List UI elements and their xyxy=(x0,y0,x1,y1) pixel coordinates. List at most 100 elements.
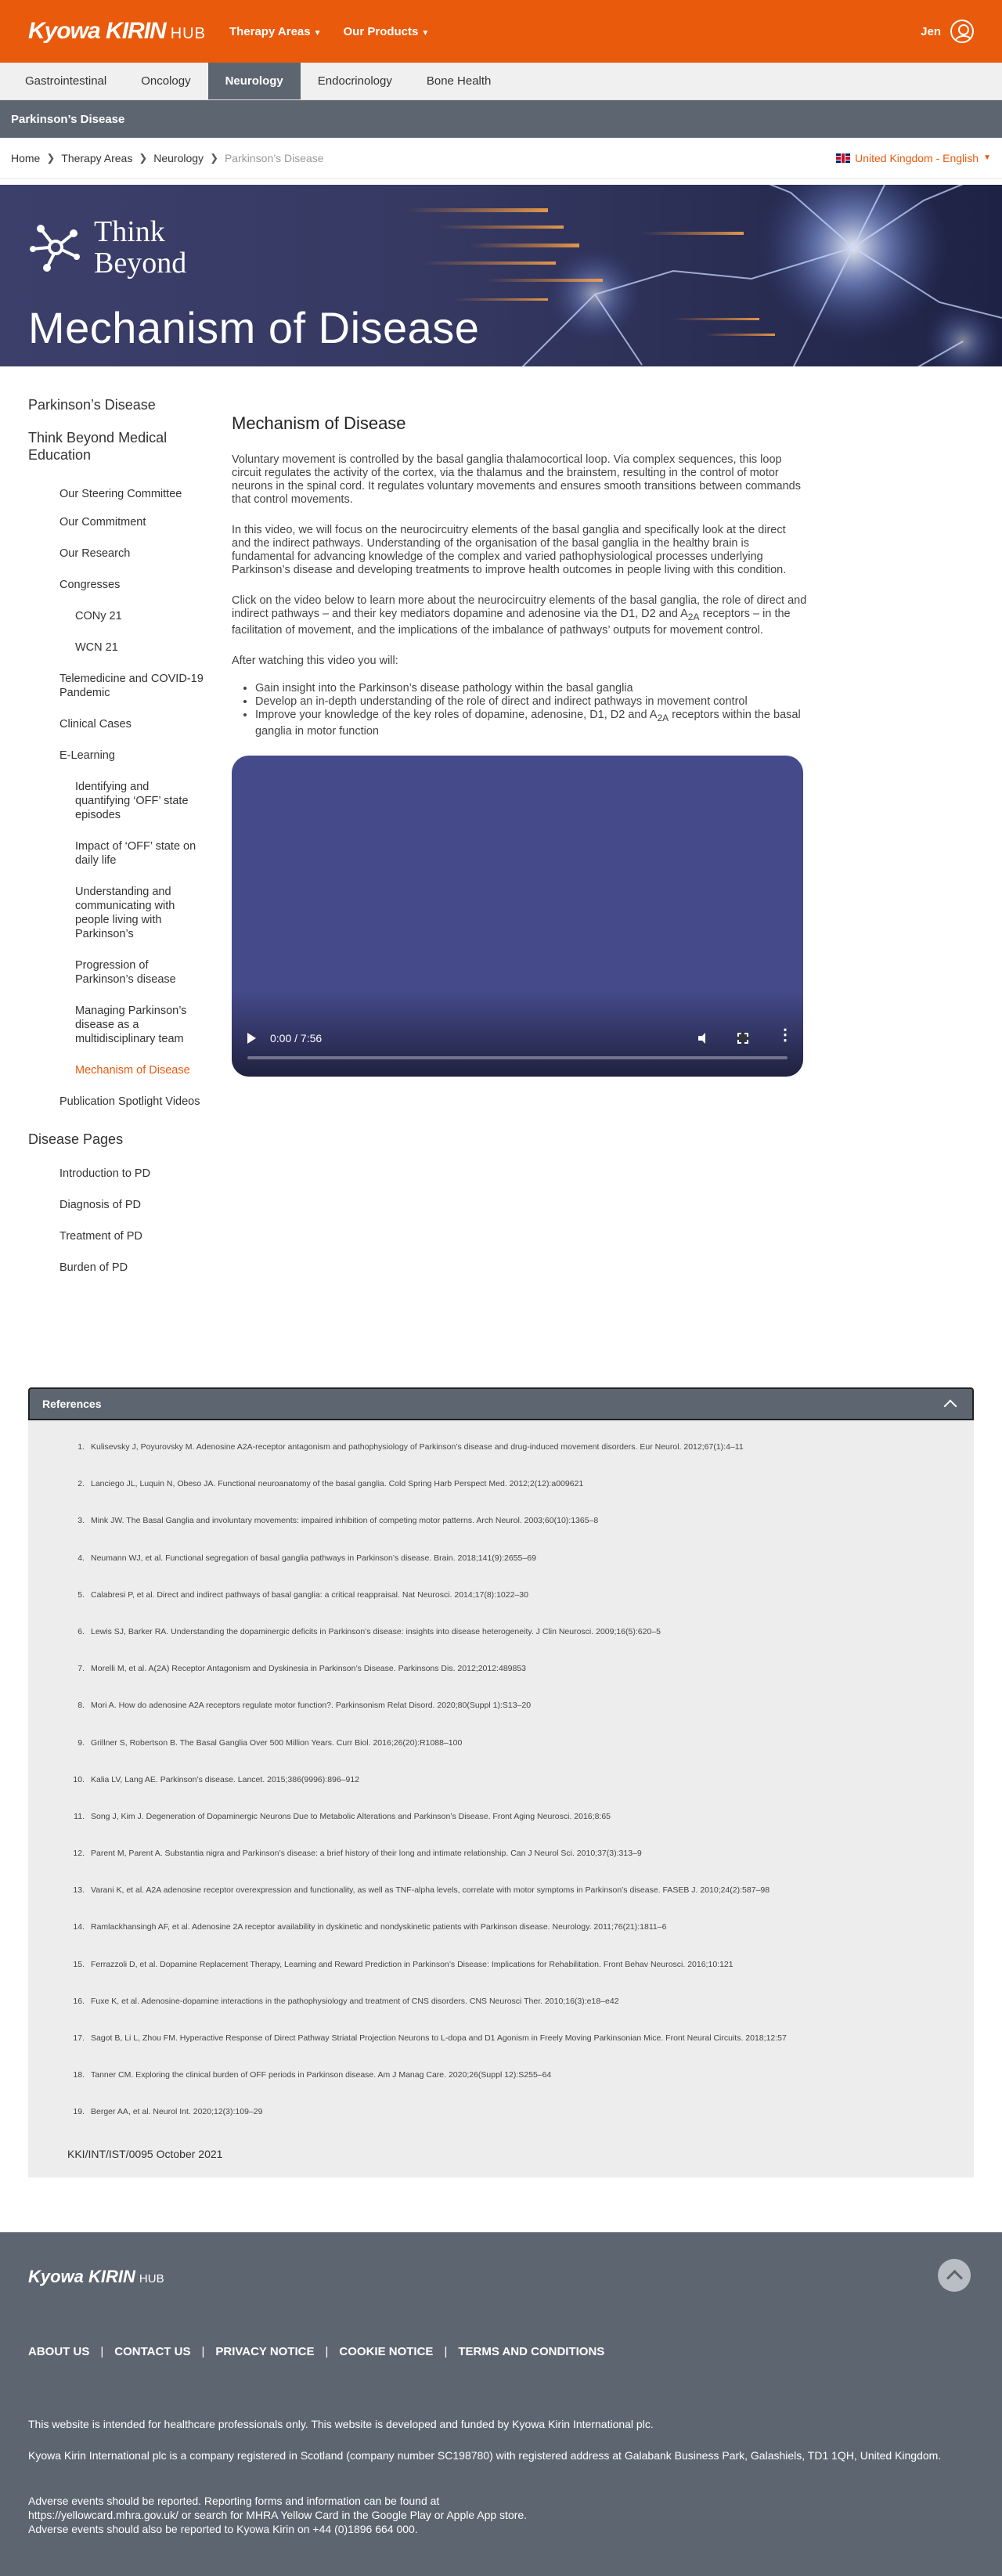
reference-number: 18. xyxy=(73,2070,85,2080)
back-to-top-button[interactable] xyxy=(938,2259,971,2292)
user-name: Jen xyxy=(921,24,941,38)
tab-gastrointestinal[interactable]: Gastrointestinal xyxy=(8,63,124,99)
references-toggle[interactable]: References xyxy=(28,1387,974,1420)
sidebar-think-beyond[interactable]: Think Beyond Medical Education xyxy=(28,429,204,464)
references-body: 1. Kulisevsky J, Poyurovsky M. Adenosine … xyxy=(28,1420,974,2177)
top-bar: Kyowa KIRIN HUB Therapy Areas ▼ Our Produ… xyxy=(0,0,1002,63)
tab-endocrinology[interactable]: Endocrinology xyxy=(301,63,409,99)
sidebar-item-managing[interactable]: Managing Parkinson’s disease as a multid… xyxy=(28,1004,204,1046)
video-progress-bar[interactable] xyxy=(247,1055,788,1059)
chevron-right-icon: ❯ xyxy=(210,151,218,164)
breadcrumb-neurology[interactable]: Neurology xyxy=(153,152,204,164)
sidebar-item-publication-spotlight[interactable]: Publication Spotlight Videos xyxy=(28,1095,204,1109)
reference-item: 8. Mori A. How do adenosine A2A receptors… xyxy=(59,1701,974,1737)
think-beyond-logo: Think Beyond xyxy=(28,216,186,279)
reference-text: Ramlackhansingh AF, et al. Adenosine 2A … xyxy=(91,1922,667,1932)
section-title-link[interactable]: Parkinson’s Disease xyxy=(11,113,124,126)
sidebar-item-cony-21[interactable]: CONy 21 xyxy=(28,609,204,623)
breadcrumb-therapy-areas[interactable]: Therapy Areas xyxy=(61,152,132,164)
chevron-up-icon[interactable] xyxy=(943,1399,957,1413)
more-options-icon[interactable] xyxy=(775,1029,793,1044)
footer-brand-name: Kyowa KIRIN xyxy=(28,2267,135,2286)
breadcrumb: Home ❯ Therapy Areas ❯ Neurology ❯ Parki… xyxy=(0,138,1002,179)
sidebar-item-impact-off[interactable]: Impact of ‘OFF’ state on daily life xyxy=(28,839,204,868)
reference-item: 19. Berger AA, et al. Neurol Int. 2020;12… xyxy=(59,2107,974,2144)
sidebar-nav: Parkinson’s Disease Think Beyond Medical… xyxy=(28,396,204,1292)
tab-bone-health[interactable]: Bone Health xyxy=(409,63,509,99)
reference-text: Tanner CM. Exploring the clinical burden… xyxy=(91,2070,552,2080)
sidebar-item-our-research[interactable]: Our Research xyxy=(28,547,204,561)
sidebar-item-progression[interactable]: Progression of Parkinson’s disease xyxy=(28,958,204,987)
reference-number: 1. xyxy=(77,1442,85,1452)
footer-logo[interactable]: Kyowa KIRIN HUB xyxy=(28,2267,164,2287)
reference-item: 6. Lewis SJ, Barker RA. Understanding the… xyxy=(59,1627,974,1664)
reference-item: 2. Lanciego JL, Luquin N, Obeso JA. Funct… xyxy=(59,1479,974,1516)
user-menu[interactable]: Jen xyxy=(921,20,974,43)
sidebar-item-treatment-pd[interactable]: Treatment of PD xyxy=(28,1229,204,1243)
sidebar-item-identifying-off[interactable]: Identifying and quantifying ‘OFF’ state … xyxy=(28,780,204,822)
references-list: 1. Kulisevsky J, Poyurovsky M. Adenosine … xyxy=(59,1442,974,2145)
reference-item: 3. Mink JW. The Basal Ganglia and involun… xyxy=(59,1516,974,1553)
sidebar-item-intro-pd[interactable]: Introduction to PD xyxy=(28,1167,204,1181)
sidebar-item-wcn-21[interactable]: WCN 21 xyxy=(28,640,204,655)
molecule-icon xyxy=(30,225,80,272)
reference-number: 13. xyxy=(73,1885,85,1896)
sidebar-item-mechanism-of-disease[interactable]: Mechanism of Disease xyxy=(28,1063,204,1077)
nav-therapy-areas-label: Therapy Areas xyxy=(229,24,311,38)
reference-item: 14. Ramlackhansingh AF, et al. Adenosine … xyxy=(59,1922,974,1959)
sidebar-item-understanding-communicating[interactable]: Understanding and communicating with peo… xyxy=(28,885,204,941)
reference-number: 7. xyxy=(77,1664,85,1674)
footer-link-terms[interactable]: TERMS AND CONDITIONS xyxy=(458,2345,604,2358)
sidebar-item-our-commitment[interactable]: Our Commitment xyxy=(28,515,204,529)
user-account-icon[interactable] xyxy=(950,20,974,43)
sidebar-item-burden-pd[interactable]: Burden of PD xyxy=(28,1261,204,1275)
video-player[interactable]: 0:00 / 7:56 xyxy=(232,755,803,1077)
reference-text: Grillner S, Robertson B. The Basal Gangl… xyxy=(91,1737,463,1748)
reference-number: 9. xyxy=(77,1737,85,1748)
reference-number: 10. xyxy=(73,1774,85,1784)
reference-number: 15. xyxy=(73,1959,85,1969)
site-footer: Kyowa KIRIN HUB ABOUT US | CONTACT US | PR… xyxy=(0,2232,1002,2576)
brand-think: Think xyxy=(94,215,165,248)
sidebar-item-e-learning[interactable]: E-Learning xyxy=(28,749,204,763)
adverse-events-line3: Adverse events should also be reported t… xyxy=(28,2523,418,2535)
sidebar-item-steering-committee[interactable]: Our Steering Committee xyxy=(28,487,204,501)
nav-our-products[interactable]: Our Products ▼ xyxy=(344,25,430,38)
sidebar-item-congresses[interactable]: Congresses xyxy=(28,578,204,592)
footer-link-cookie-notice[interactable]: COOKIE NOTICE xyxy=(339,2345,433,2358)
sidebar-item-telemedicine[interactable]: Telemedicine and COVID-19 Pandemic xyxy=(28,672,204,700)
brand-beyond: Beyond xyxy=(94,247,187,280)
nav-therapy-areas[interactable]: Therapy Areas ▼ xyxy=(229,25,322,38)
volume-icon[interactable] xyxy=(698,1032,711,1044)
tab-oncology[interactable]: Oncology xyxy=(124,63,207,99)
sidebar-parkinsons-disease[interactable]: Parkinson’s Disease xyxy=(28,396,204,413)
play-icon[interactable] xyxy=(247,1033,256,1044)
chevron-right-icon: ❯ xyxy=(46,151,56,164)
locale-selector[interactable]: United Kingdom - English ▼ xyxy=(836,152,991,164)
footer-link-about-us[interactable]: ABOUT US xyxy=(28,2345,89,2358)
main-nav: Therapy Areas ▼ Our Products ▼ xyxy=(229,25,429,38)
footer-company-note: Kyowa Kirin International plc is a compa… xyxy=(28,2449,942,2462)
reference-text: Fuxe K, et al. Adenosine-dopamine intera… xyxy=(91,1996,619,2006)
reference-item: 11. Song J, Kim J. Degeneration of Dopami… xyxy=(59,1812,974,1849)
reference-item: 15. Ferrazzoli D, et al. Dopamine Replace… xyxy=(59,1960,974,1997)
footer-link-contact-us[interactable]: CONTACT US xyxy=(114,2345,190,2358)
adverse-events-line2: https://yellowcard.mhra.gov.uk/ or searc… xyxy=(28,2509,528,2521)
reference-text: Lewis SJ, Barker RA. Understanding the d… xyxy=(91,1626,661,1636)
list-item-text: Improve your knowledge of the key roles … xyxy=(255,708,658,721)
job-code: KKI/INT/IST/0095 October 2021 xyxy=(67,2147,223,2160)
reference-text: Berger AA, et al. Neurol Int. 2020;12(3)… xyxy=(91,2107,263,2117)
sidebar-item-clinical-cases[interactable]: Clinical Cases xyxy=(28,717,204,731)
hero-title: Mechanism of Disease xyxy=(28,303,480,352)
sidebar-item-diagnosis-pd[interactable]: Diagnosis of PD xyxy=(28,1198,204,1212)
footer-link-privacy-notice[interactable]: PRIVACY NOTICE xyxy=(215,2345,314,2358)
reference-number: 6. xyxy=(77,1626,85,1636)
brand-hub: HUB xyxy=(170,25,206,42)
site-logo[interactable]: Kyowa KIRIN HUB xyxy=(28,18,206,45)
sidebar-disease-pages[interactable]: Disease Pages xyxy=(28,1131,204,1148)
tab-neurology[interactable]: Neurology xyxy=(207,63,301,99)
reference-text: Mink JW. The Basal Ganglia and involunta… xyxy=(91,1516,599,1526)
fullscreen-icon[interactable] xyxy=(737,1032,749,1045)
reference-number: 12. xyxy=(73,1849,85,1859)
breadcrumb-home[interactable]: Home xyxy=(11,152,40,164)
